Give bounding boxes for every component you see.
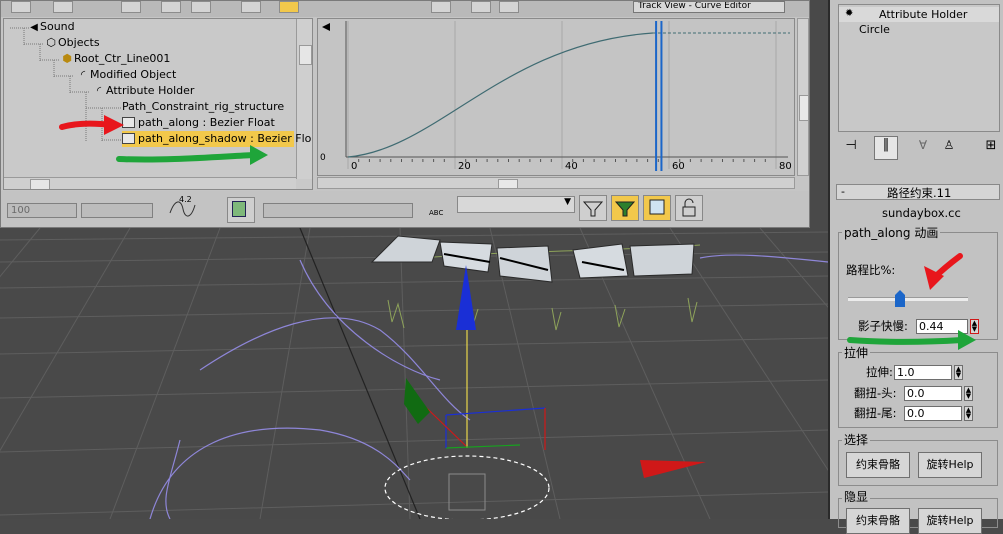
- zoom-extents-icon[interactable]: [227, 197, 255, 223]
- toolbar-button[interactable]: [11, 1, 31, 13]
- controller-tree[interactable]: ◀ Sound ⬡ Objects ⬢ Root_Ctr_Line001 ◜ Modif…: [3, 18, 313, 190]
- rename-icon[interactable]: ABC: [429, 197, 451, 221]
- view-dropdown[interactable]: Track View - Curve Editor: [633, 1, 785, 13]
- track-dropdown[interactable]: ▼: [457, 196, 575, 213]
- x-tick-label: 20: [458, 161, 471, 172]
- curve-graph-canvas[interactable]: 0 20 40 60 80 0: [318, 19, 794, 175]
- tree-horizontal-scrollbar[interactable]: [4, 177, 296, 189]
- filter-icon[interactable]: [579, 195, 607, 221]
- curve-editor-status-bar: 100 4.2 ABC ▼: [1, 191, 809, 227]
- x-tick-label: 60: [672, 161, 685, 172]
- chevron-down-icon: ▼: [564, 197, 571, 207]
- x-tick-label: 80: [779, 161, 792, 172]
- toolbar-button-active[interactable]: [279, 1, 299, 13]
- collapse-arrow-icon[interactable]: [322, 23, 330, 31]
- lock-icon[interactable]: [675, 195, 703, 221]
- graph-vertical-scrollbar[interactable]: [797, 18, 809, 176]
- tree-scrollbar[interactable]: [296, 19, 312, 179]
- toolbar-button[interactable]: [471, 1, 491, 13]
- x-tick-label: 40: [565, 161, 578, 172]
- y-zero-label: 0: [320, 153, 326, 163]
- curve-editor-window: Track View - Curve Editor ◀ Sound ⬡ Obje…: [0, 0, 810, 228]
- toolbar-button[interactable]: [161, 1, 181, 13]
- value-field[interactable]: [81, 203, 153, 218]
- curve-editor-toolbar: Track View - Curve Editor: [1, 1, 809, 17]
- y-axis-cone[interactable]: [404, 378, 430, 424]
- toolbar-button[interactable]: [121, 1, 141, 13]
- graph-horizontal-scrollbar[interactable]: [317, 177, 795, 189]
- command-panel: ✹ Attribute Holder Circle ⊣ ‖ ∀ ♙ ⊞ - 路径…: [828, 0, 1003, 534]
- curve-graph[interactable]: 0 20 40 60 80 0: [317, 18, 795, 176]
- frame-field[interactable]: 100: [7, 203, 77, 218]
- annotation-arrows: [59, 115, 268, 165]
- tangent-value: 4.2: [179, 195, 192, 204]
- track-filter-field[interactable]: [263, 203, 413, 218]
- filter-selected-icon[interactable]: [611, 195, 639, 221]
- grid: [0, 227, 828, 519]
- toolbar-button[interactable]: [191, 1, 211, 13]
- filter-animated-icon[interactable]: [643, 195, 671, 221]
- z-axis-cone[interactable]: [456, 265, 476, 330]
- toolbar-button[interactable]: [53, 1, 73, 13]
- toolbar-button[interactable]: [431, 1, 451, 13]
- x-axis-cone[interactable]: [640, 460, 706, 478]
- x-tick-label: 0: [351, 161, 357, 172]
- panel-annotations: [847, 253, 976, 350]
- toolbar-button[interactable]: [241, 1, 261, 13]
- toolbar-button[interactable]: [499, 1, 519, 13]
- time-slider[interactable]: [655, 21, 658, 171]
- time-slider-shadow: [660, 21, 663, 171]
- bone-chain: [370, 235, 695, 283]
